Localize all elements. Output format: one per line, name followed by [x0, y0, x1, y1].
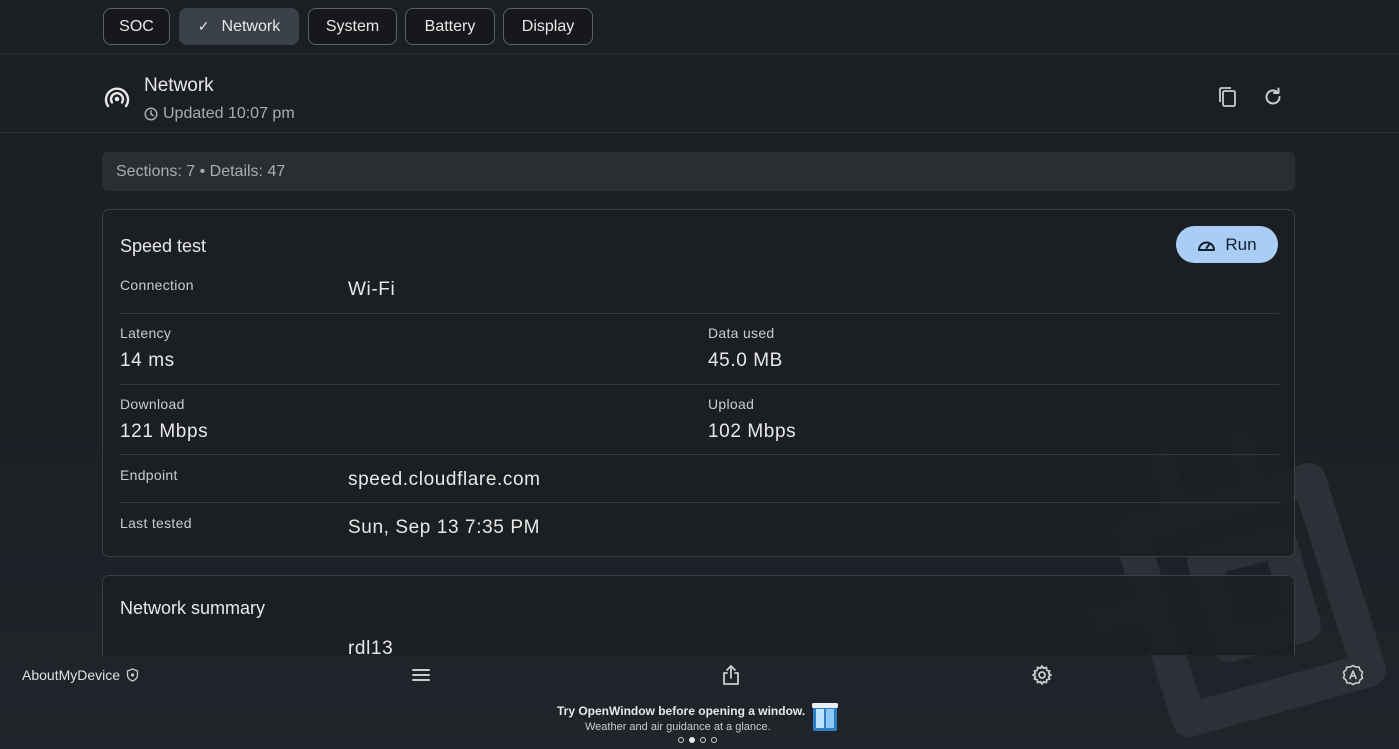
- connection-value: Wi-Fi: [348, 279, 396, 300]
- tab-system[interactable]: System: [308, 8, 397, 45]
- divider: [120, 313, 1279, 314]
- network-summary-title: Network summary: [120, 598, 266, 618]
- tab-soc-label: SOC: [119, 17, 154, 35]
- promo-title[interactable]: Try OpenWindow before opening a window.: [557, 704, 805, 718]
- clock-icon: [144, 107, 158, 121]
- app-name-label: AboutMyDevice: [22, 667, 121, 683]
- divider: [120, 502, 1279, 503]
- updated-text: Updated 10:07 pm: [163, 105, 295, 122]
- tab-display-label: Display: [521, 17, 575, 35]
- upload-value: 102 Mbps: [708, 421, 797, 442]
- promo-subtitle: Weather and air guidance at a glance.: [585, 721, 771, 733]
- carousel-dot-active[interactable]: [689, 737, 695, 743]
- last-tested-value: Sun, Sep 13 7:35 PM: [348, 517, 541, 538]
- network-signal-icon: [104, 87, 130, 108]
- tab-battery[interactable]: Battery: [405, 8, 495, 45]
- carousel-dot[interactable]: [711, 737, 717, 743]
- tab-network-label: Network: [221, 17, 281, 35]
- speedometer-icon: [1198, 241, 1216, 251]
- checkmark-icon: ✓: [197, 18, 210, 34]
- divider: [120, 384, 1279, 385]
- carousel-dot[interactable]: [700, 737, 706, 743]
- upload-label: Upload: [708, 396, 755, 412]
- tab-display[interactable]: Display: [503, 8, 593, 45]
- download-value: 121 Mbps: [120, 421, 209, 442]
- window-app-icon[interactable]: [810, 701, 840, 733]
- carousel-dot[interactable]: [678, 737, 684, 743]
- data-used-value: 45.0 MB: [708, 350, 783, 371]
- data-used-label: Data used: [708, 325, 775, 341]
- tab-network[interactable]: ✓ Network: [179, 8, 299, 45]
- run-button[interactable]: Run: [1176, 226, 1278, 263]
- tab-bar: SOC ✓ Network System Battery Display: [0, 0, 1399, 54]
- speed-test-title: Speed test: [120, 236, 207, 256]
- shield-icon: [126, 668, 139, 682]
- last-tested-label: Last tested: [120, 515, 192, 531]
- connection-label: Connection: [120, 277, 194, 293]
- network-summary-first-value: rdl13: [348, 638, 394, 655]
- speed-test-card: Speed test Run Connection Wi-Fi Latency …: [102, 209, 1295, 557]
- refresh-icon[interactable]: [1261, 85, 1285, 109]
- tab-system-label: System: [325, 17, 380, 35]
- endpoint-value: speed.cloudflare.com: [348, 469, 541, 490]
- menu-icon[interactable]: [410, 664, 432, 686]
- latency-value: 14 ms: [120, 350, 175, 371]
- advanced-settings-icon[interactable]: [1342, 664, 1364, 686]
- divider: [120, 454, 1279, 455]
- run-label: Run: [1225, 234, 1257, 254]
- summary-bar: Sections: 7 • Details: 47: [102, 152, 1295, 191]
- carousel-dots: [678, 737, 717, 743]
- copy-icon[interactable]: [1216, 85, 1240, 109]
- latency-label: Latency: [120, 325, 172, 341]
- endpoint-label: Endpoint: [120, 467, 178, 483]
- updated-timestamp: Updated 10:07 pm: [144, 105, 295, 123]
- settings-icon[interactable]: [1031, 664, 1053, 686]
- bottom-bar: AboutMyDevice Try OpenWindow before open…: [0, 655, 1399, 749]
- share-icon[interactable]: [720, 664, 742, 686]
- tab-battery-label: Battery: [424, 17, 476, 35]
- network-summary-card: Network summary rdl13: [102, 575, 1295, 655]
- page-title: Network: [144, 75, 214, 96]
- tab-soc[interactable]: SOC: [103, 8, 170, 45]
- section-header: Network Updated 10:07 pm: [0, 55, 1399, 133]
- download-label: Download: [120, 396, 185, 412]
- app-name[interactable]: AboutMyDevice: [22, 667, 139, 683]
